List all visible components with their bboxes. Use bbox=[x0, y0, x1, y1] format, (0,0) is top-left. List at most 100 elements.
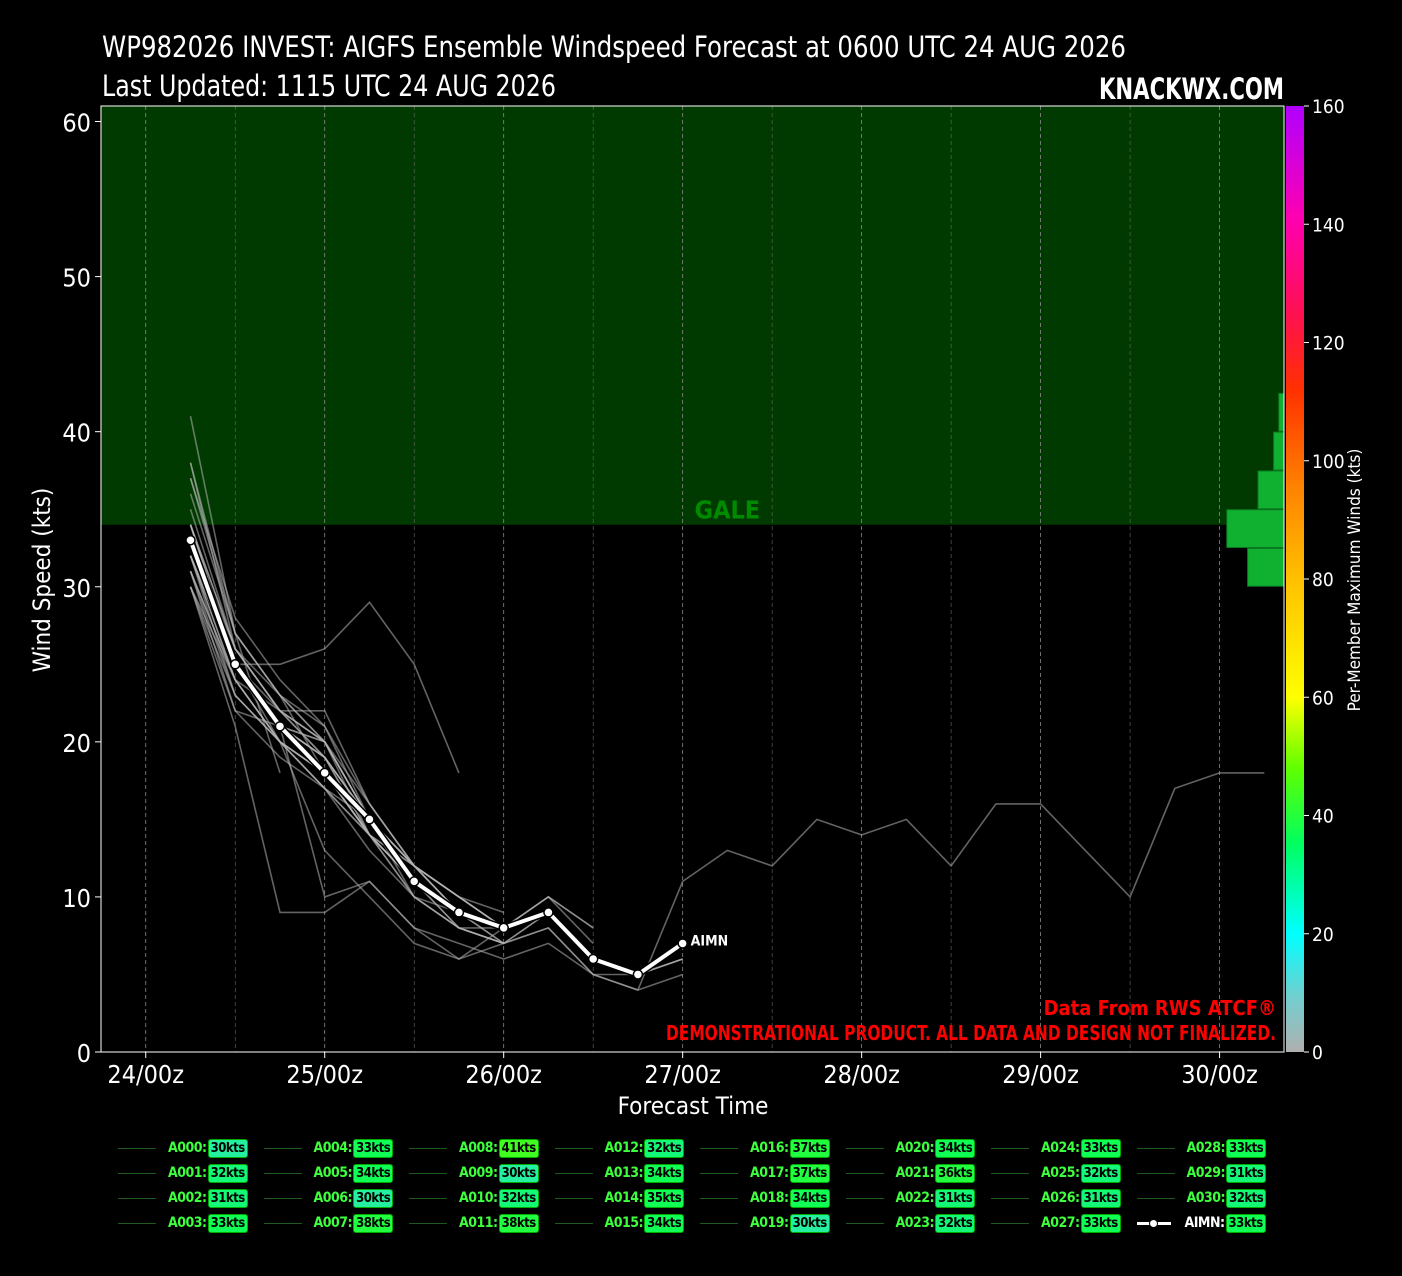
legend-line-swatch bbox=[554, 1222, 593, 1224]
legend-line-swatch bbox=[700, 1197, 738, 1199]
mean-point bbox=[408, 876, 420, 887]
legend-item-A000: A000: 30kts bbox=[118, 1138, 248, 1158]
colorbar-tick-label: 80 bbox=[1312, 569, 1334, 591]
colorbar-tick-label: 120 bbox=[1312, 333, 1345, 355]
legend-line-swatch bbox=[1136, 1147, 1175, 1149]
mean-line bbox=[188, 539, 684, 977]
legend-max-wind-badge: 34kts bbox=[644, 1213, 685, 1233]
legend-mean-swatch bbox=[1136, 1218, 1171, 1228]
member-line-A023 bbox=[189, 555, 683, 991]
y-tick-label: 50 bbox=[62, 264, 91, 293]
legend-member-name: A020: bbox=[895, 1140, 935, 1156]
legend-max-wind-badge: 32kts bbox=[1080, 1163, 1121, 1183]
member-line-A002 bbox=[189, 570, 684, 976]
mean-line-label: AIMN bbox=[691, 933, 729, 949]
legend-item-A016: A016: 37kts bbox=[700, 1138, 830, 1158]
legend-member-name: A022: bbox=[895, 1190, 935, 1206]
legend-line-swatch bbox=[263, 1147, 302, 1149]
legend-max-wind-badge: 34kts bbox=[644, 1163, 685, 1183]
legend-max-wind-badge: 31kts bbox=[1226, 1163, 1267, 1183]
legend-max-wind-badge: 41kts bbox=[498, 1138, 539, 1158]
legend-max-wind-badge: 31kts bbox=[207, 1188, 248, 1208]
legend-item-A023: A023: 32kts bbox=[845, 1213, 976, 1233]
legend-member-name: A027: bbox=[1041, 1215, 1080, 1231]
legend-max-wind-badge: 32kts bbox=[644, 1138, 685, 1158]
legend-line-swatch bbox=[845, 1147, 884, 1149]
legend-member-name: A025: bbox=[1041, 1165, 1080, 1181]
histogram-bar bbox=[1278, 392, 1285, 432]
windspeed-chart: WP982026 INVEST: AIGFS Ensemble Windspee… bbox=[28, 30, 1365, 1120]
legend-member-name: A017: bbox=[750, 1165, 789, 1181]
ensemble-legend: A000: 30kts A001: 32kts A002: 31kts A003: 33kts… bbox=[118, 1138, 1298, 1248]
legend-member-name: A019: bbox=[750, 1215, 789, 1231]
legend-max-wind-badge: 30kts bbox=[207, 1138, 248, 1158]
mean-point bbox=[632, 969, 644, 980]
legend-line-swatch bbox=[118, 1222, 156, 1224]
member-line-A003 bbox=[189, 539, 505, 945]
legend-item-A030: A030: 32kts bbox=[1136, 1188, 1267, 1208]
member-line-A021 bbox=[189, 493, 504, 914]
colorbar-label: Per-Member Maximum Winds (kts) bbox=[1345, 449, 1365, 712]
legend-line-swatch bbox=[1136, 1197, 1175, 1199]
legend-item-A015: A015: 34kts bbox=[554, 1213, 685, 1233]
legend-max-wind-badge: 33kts bbox=[207, 1213, 248, 1233]
data-source-note: Data From RWS ATCF® bbox=[1044, 996, 1276, 1020]
legend-item-A018: A018: 34kts bbox=[700, 1188, 830, 1208]
legend-max-wind-badge: 36kts bbox=[935, 1163, 976, 1183]
legend-item-A011: A011: 38kts bbox=[409, 1213, 539, 1233]
legend-item-A020: A020: 34kts bbox=[845, 1138, 976, 1158]
mean-point bbox=[543, 907, 554, 918]
legend-member-name: A014: bbox=[604, 1190, 644, 1206]
legend-line-swatch bbox=[845, 1172, 884, 1174]
legend-max-wind-badge: 37kts bbox=[789, 1163, 830, 1183]
legend-item-A008: A008: 41kts bbox=[409, 1138, 539, 1158]
colorbar-tick-label: 160 bbox=[1312, 96, 1345, 118]
legend-max-wind-badge: 37kts bbox=[789, 1138, 830, 1158]
legend-member-name: A013: bbox=[604, 1165, 644, 1181]
x-axis-label: Forecast Time bbox=[618, 1092, 769, 1120]
legend-line-swatch bbox=[991, 1172, 1029, 1174]
histogram-bar bbox=[1226, 509, 1285, 548]
legend-member-name: A021: bbox=[895, 1165, 935, 1181]
legend-member-name: A002: bbox=[168, 1190, 207, 1206]
legend-item-A022: A022: 31kts bbox=[845, 1188, 976, 1208]
x-tick-label: 27/00z bbox=[644, 1060, 721, 1089]
chart-title: WP982026 INVEST: AIGFS Ensemble Windspee… bbox=[102, 30, 1126, 64]
member-line-A017 bbox=[189, 477, 504, 929]
legend-item-A017: A017: 37kts bbox=[700, 1163, 830, 1183]
legend-item-A002: A002: 31kts bbox=[118, 1188, 248, 1208]
legend-line-swatch bbox=[263, 1197, 302, 1199]
legend-item-A007: A007: 38kts bbox=[263, 1213, 394, 1233]
colorbar-tick-label: 40 bbox=[1312, 806, 1334, 828]
legend-item-A025: A025: 32kts bbox=[991, 1163, 1121, 1183]
chart-subtitle: Last Updated: 1115 UTC 24 AUG 2026 bbox=[102, 69, 556, 103]
legend-line-swatch bbox=[118, 1172, 156, 1174]
legend-item-A012: A012: 32kts bbox=[554, 1138, 685, 1158]
demo-disclaimer: DEMONSTRATIONAL PRODUCT. ALL DATA AND DE… bbox=[666, 1021, 1276, 1045]
legend-member-name: A029: bbox=[1186, 1165, 1226, 1181]
legend-member-name: A007: bbox=[313, 1215, 353, 1231]
histogram-bar bbox=[1257, 470, 1285, 510]
legend-max-wind-badge: 33kts bbox=[1226, 1138, 1267, 1158]
legend-max-wind-badge: 34kts bbox=[789, 1188, 830, 1208]
plot-area: GALE AIMN bbox=[100, 105, 1285, 1053]
colorbar-tick-label: 20 bbox=[1312, 924, 1334, 946]
member-line-A012 bbox=[189, 555, 504, 929]
legend-max-wind-badge: 32kts bbox=[207, 1163, 248, 1183]
legend-item-A028: A028: 33kts bbox=[1136, 1138, 1267, 1158]
legend-max-wind-badge: 35kts bbox=[644, 1188, 685, 1208]
legend-item-A001: A001: 32kts bbox=[118, 1163, 248, 1183]
y-tick-label: 10 bbox=[62, 884, 91, 913]
legend-member-name: A004: bbox=[313, 1140, 353, 1156]
legend-line-swatch bbox=[409, 1197, 447, 1199]
legend-item-A013: A013: 34kts bbox=[554, 1163, 685, 1183]
member-line-A010 bbox=[189, 555, 594, 944]
mean-point bbox=[185, 534, 196, 546]
legend-max-wind-badge: 38kts bbox=[353, 1213, 394, 1233]
x-tick-label: 24/00z bbox=[107, 1060, 184, 1089]
legend-line-swatch bbox=[118, 1147, 156, 1149]
mean-point bbox=[498, 922, 509, 934]
legend-max-wind-badge: 33kts bbox=[1225, 1213, 1266, 1233]
legend-max-wind-badge: 33kts bbox=[353, 1138, 394, 1158]
legend-line-swatch bbox=[409, 1147, 447, 1149]
